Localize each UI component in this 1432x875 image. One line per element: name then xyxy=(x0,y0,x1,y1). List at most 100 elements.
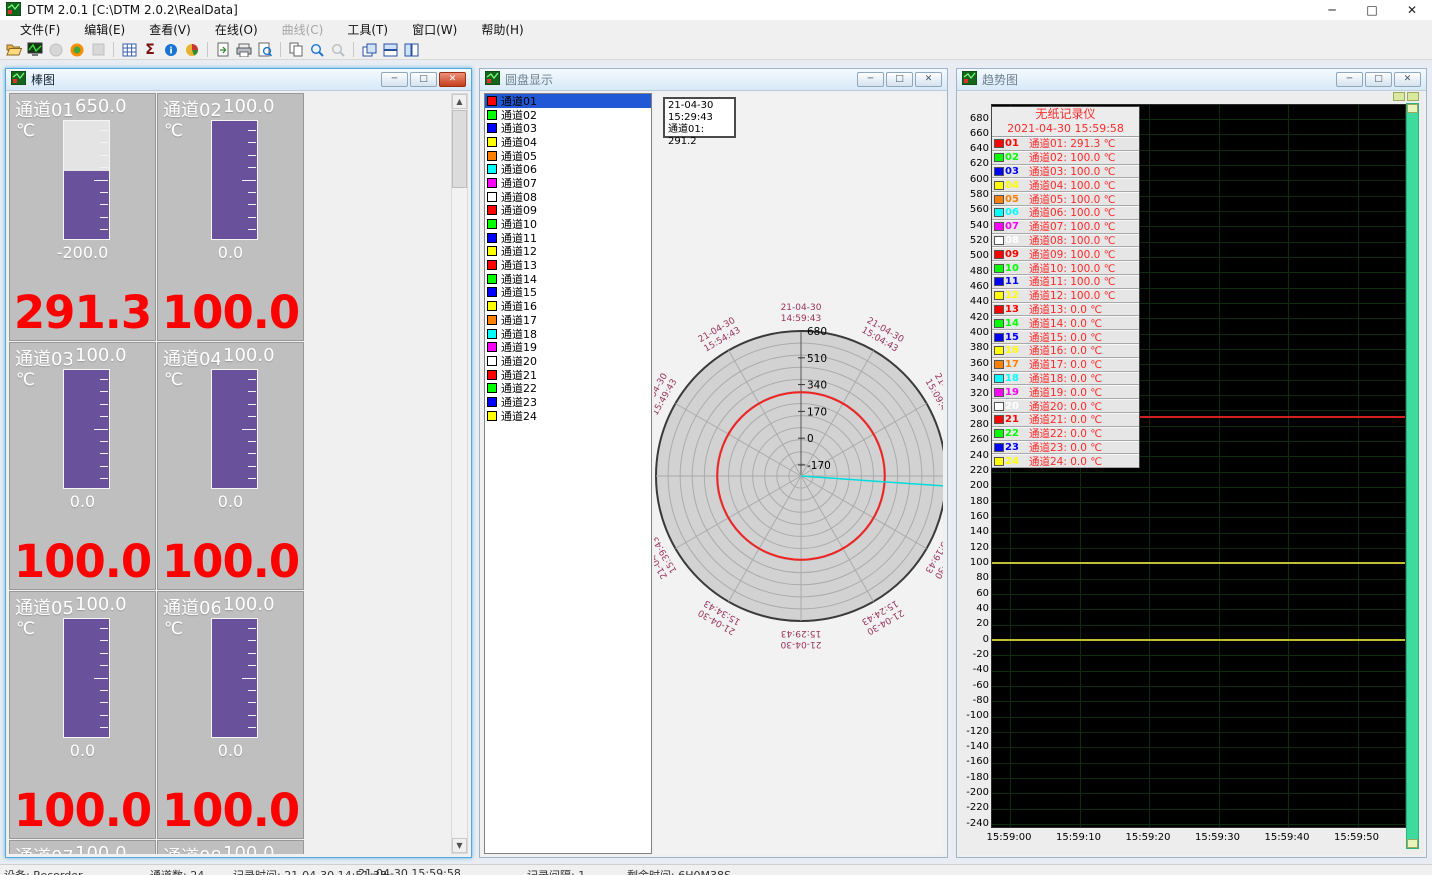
legend-row-09: 09通道09: 100.0 ℃ xyxy=(992,247,1139,261)
window-tile-horizontal-icon[interactable] xyxy=(381,41,399,59)
disk-close-button[interactable]: ✕ xyxy=(915,72,942,87)
app-maximize-button[interactable]: □ xyxy=(1352,0,1392,20)
scroll-down-icon[interactable]: ▼ xyxy=(452,838,467,853)
y-tick-label: 140 xyxy=(961,526,989,537)
legend-color-swatch xyxy=(994,181,1004,190)
app-close-button[interactable]: ✕ xyxy=(1392,0,1432,20)
bar-window-titlebar[interactable]: 棒图 ─ □ ✕ xyxy=(6,69,471,91)
y-tick-label: 160 xyxy=(961,511,989,522)
zoom-handle-icon[interactable] xyxy=(1407,92,1419,101)
y-tick-label: 500 xyxy=(961,250,989,261)
legend-row-17: 17通道17: 0.0 ℃ xyxy=(992,358,1139,372)
channel-color-swatch xyxy=(487,192,497,202)
svg-text:340: 340 xyxy=(807,380,827,392)
trend-close-button[interactable]: ✕ xyxy=(1394,72,1421,87)
channel-color-swatch xyxy=(487,315,497,325)
scrollbar-cap[interactable] xyxy=(1407,839,1418,848)
y-tick-label: 120 xyxy=(961,542,989,553)
info-icon[interactable]: i xyxy=(162,41,180,59)
print-preview-icon[interactable] xyxy=(256,41,274,59)
legend-channel-value: 通道22: 0.0 ℃ xyxy=(1029,427,1102,441)
y-tick-label: 80 xyxy=(961,572,989,583)
channel-color-swatch xyxy=(487,274,497,284)
channel-color-swatch xyxy=(487,137,497,147)
y-tick-label: 200 xyxy=(961,480,989,491)
trend-window-titlebar[interactable]: 趋势图 ─ □ ✕ xyxy=(957,69,1426,91)
svg-text:14:59:43: 14:59:43 xyxy=(781,314,821,324)
zoom-in-icon[interactable] xyxy=(308,41,326,59)
trend-scrollbar[interactable] xyxy=(1406,103,1419,849)
bar-track xyxy=(211,618,258,738)
legend-channel-number: 04 xyxy=(1005,180,1023,191)
gridline xyxy=(992,533,1405,534)
scrollbar-cap[interactable] xyxy=(1407,104,1418,113)
scrollbar-thumb[interactable] xyxy=(452,110,467,188)
channel-color-swatch xyxy=(487,96,497,106)
pie-chart-icon[interactable] xyxy=(183,41,201,59)
legend-row-02: 02通道02: 100.0 ℃ xyxy=(992,151,1139,165)
trend-legend: 无纸记录仪 2021-04-30 15:59:58 01通道01: 291.3 … xyxy=(991,106,1140,468)
zoom-handle-icon[interactable] xyxy=(1393,92,1405,101)
gridline xyxy=(992,594,1405,595)
legend-channel-number: 10 xyxy=(1005,263,1023,274)
channel-value: 100.0 xyxy=(158,289,303,336)
legend-channel-value: 通道11: 100.0 ℃ xyxy=(1029,275,1115,289)
legend-color-swatch xyxy=(994,208,1004,217)
gridline xyxy=(992,579,1405,580)
svg-text:170: 170 xyxy=(807,406,827,418)
legend-channel-value: 通道15: 0.0 ℃ xyxy=(1029,330,1102,344)
legend-color-swatch xyxy=(994,346,1004,355)
open-file-icon[interactable] xyxy=(5,41,23,59)
app-minimize-button[interactable]: ─ xyxy=(1312,0,1352,20)
trend-chart-window: 趋势图 ─ □ ✕ 680660640620600580560540520500… xyxy=(956,68,1427,858)
disk-window-title: 圆盘显示 xyxy=(505,71,857,88)
record-active-icon[interactable] xyxy=(68,41,86,59)
channel-color-swatch xyxy=(487,233,497,243)
legend-channel-value: 通道02: 100.0 ℃ xyxy=(1029,151,1115,165)
disk-minimize-button[interactable]: ─ xyxy=(857,72,884,87)
menu-item-6[interactable]: 窗口(W) xyxy=(400,20,469,40)
disk-maximize-button[interactable]: □ xyxy=(886,72,913,87)
channel-list-item-通道24[interactable]: 通道24 xyxy=(485,409,651,423)
gridline xyxy=(992,809,1405,810)
trend-series-line xyxy=(992,639,1405,641)
trend-minimize-button[interactable]: ─ xyxy=(1336,72,1363,87)
range-min: 0.0 xyxy=(158,243,303,262)
disk-window-titlebar[interactable]: 圆盘显示 ─ □ ✕ xyxy=(480,69,947,91)
window-icon xyxy=(485,70,500,89)
menu-item-0[interactable]: 文件(F) xyxy=(8,20,72,40)
y-tick-label: 240 xyxy=(961,450,989,461)
data-table-icon[interactable] xyxy=(120,41,138,59)
menu-item-2[interactable]: 查看(V) xyxy=(137,20,203,40)
bar-scrollbar[interactable]: ▲ ▼ xyxy=(451,93,468,854)
polar-chart: 6805103401700-17021-04-3014:59:4321-04-3… xyxy=(654,286,943,666)
scroll-up-icon[interactable]: ▲ xyxy=(452,94,467,109)
menu-item-3[interactable]: 在线(O) xyxy=(203,20,270,40)
legend-channel-value: 通道12: 100.0 ℃ xyxy=(1029,289,1115,303)
app-titlebar: DTM 2.0.1 [C:\DTM 2.0.2\RealData] ─ □ ✕ xyxy=(0,0,1432,20)
window-tile-vertical-icon[interactable] xyxy=(402,41,420,59)
range-max: 100.0 xyxy=(223,96,275,122)
toolbar-separator xyxy=(113,42,114,57)
menu-item-1[interactable]: 编辑(E) xyxy=(72,20,137,40)
window-cascade-icon[interactable] xyxy=(360,41,378,59)
bar-close-button[interactable]: ✕ xyxy=(439,72,466,87)
trend-maximize-button[interactable]: □ xyxy=(1365,72,1392,87)
bar-maximize-button[interactable]: □ xyxy=(410,72,437,87)
channel-value: 100.0 xyxy=(158,538,303,585)
copy-icon[interactable] xyxy=(287,41,305,59)
trend-series-line xyxy=(992,562,1405,564)
bar-cell-通道08: 通道08100.0℃0.0100.0 xyxy=(157,840,304,854)
bar-minimize-button[interactable]: ─ xyxy=(381,72,408,87)
menu-item-7[interactable]: 帮助(H) xyxy=(469,20,535,40)
statistics-sigma-icon[interactable]: Σ xyxy=(141,41,159,59)
channel-list: 通道01通道02通道03通道04通道05通道06通道07通道08通道09通道10… xyxy=(484,93,652,854)
legend-channel-value: 通道03: 100.0 ℃ xyxy=(1029,165,1115,179)
device-connect-icon[interactable] xyxy=(26,41,44,59)
menu-item-5[interactable]: 工具(T) xyxy=(335,20,400,40)
export-icon[interactable] xyxy=(214,41,232,59)
gridline xyxy=(992,793,1405,794)
print-icon[interactable] xyxy=(235,41,253,59)
y-tick-label: -240 xyxy=(961,818,989,829)
legend-row-21: 21通道21: 0.0 ℃ xyxy=(992,413,1139,427)
